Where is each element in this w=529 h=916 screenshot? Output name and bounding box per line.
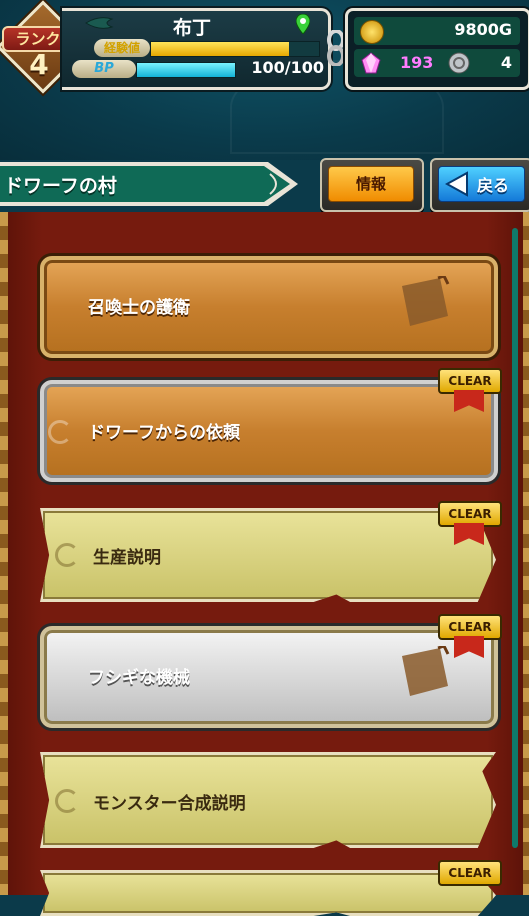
resources-panel: 9800G 193 4 (345, 8, 529, 90)
rank-value: 4 (29, 48, 49, 81)
medal-value: 4 (500, 53, 512, 72)
bp-bar (136, 62, 236, 78)
quest-item-1[interactable]: 召喚士の護衛 (40, 256, 498, 358)
info-button-label: 情報 (328, 166, 414, 202)
location-title: ドワーフの村 (4, 175, 117, 197)
quest-item-4[interactable]: フシギな機械 (40, 626, 498, 728)
back-button[interactable]: 戻る (430, 158, 529, 212)
gold-row: 9800G (354, 17, 520, 45)
list-border-left (0, 212, 8, 895)
gold-value: 9800G (454, 20, 512, 39)
exp-bar (150, 41, 320, 57)
location-pin-icon (296, 14, 310, 34)
quest-item-5[interactable]: モンスター合成説明 (40, 752, 496, 848)
gem-row: 193 4 (354, 49, 520, 77)
status-header: ランク 4 布丁 経験値 BP 100/100 9800G 193 4 (0, 0, 529, 94)
ribbon-icon (454, 523, 484, 545)
player-panel: 布丁 経験値 BP 100/100 (62, 8, 331, 90)
quest-label: 生産説明 (93, 548, 161, 568)
quest-label: モンスター合成説明 (93, 794, 246, 814)
bp-value: 100/100 (251, 58, 324, 77)
quest-item-2[interactable]: ドワーフからの依頼 (40, 380, 498, 482)
book-icon (402, 276, 450, 326)
gold-coin-icon (360, 20, 384, 44)
list-border-right (523, 212, 529, 895)
clear-badge: CLEAR (438, 368, 502, 414)
quest-label: フシギな機械 (88, 668, 190, 688)
clear-badge: CLEAR (438, 614, 502, 660)
info-button[interactable]: 情報 (320, 158, 424, 212)
quest-item-6[interactable] (40, 870, 496, 916)
gem-icon (361, 52, 381, 74)
chain-icon (327, 30, 345, 66)
quest-label: 召喚士の護衛 (88, 298, 190, 318)
exp-bar-fill (151, 42, 289, 56)
quest-label: ドワーフからの依頼 (88, 423, 240, 443)
exp-label: 経験値 (94, 39, 150, 57)
medal-icon (448, 52, 470, 74)
clear-badge: CLEAR (438, 501, 502, 547)
ribbon-icon (454, 390, 484, 412)
quest-item-3[interactable]: 生産説明 (40, 508, 496, 602)
clear-badge: CLEAR (438, 860, 502, 906)
gem-value: 193 (400, 53, 434, 72)
quest-list-scrollbar[interactable] (512, 228, 518, 848)
clear-badge-label: CLEAR (438, 860, 502, 886)
ribbon-icon (454, 636, 484, 658)
leaf-icon (85, 17, 114, 29)
bp-label: BP (72, 60, 136, 78)
bp-bar-fill (137, 63, 235, 77)
back-button-label: 戻る (477, 176, 510, 195)
player-name: 布丁 (172, 17, 211, 39)
back-arrow-icon (445, 171, 468, 197)
